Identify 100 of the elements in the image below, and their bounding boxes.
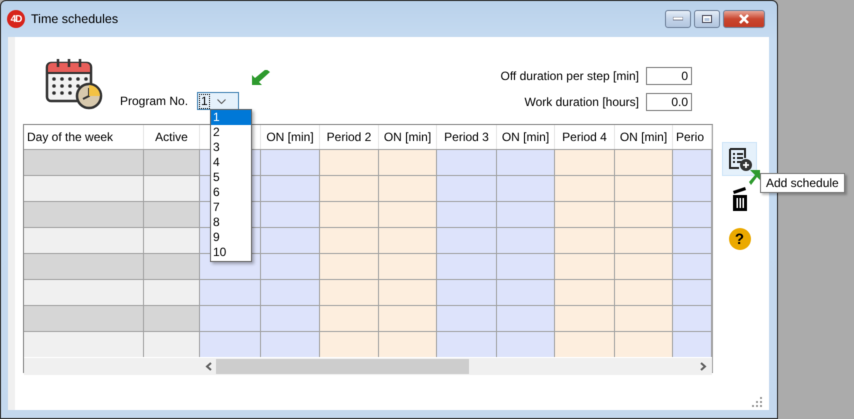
table-cell[interactable] [200, 331, 261, 357]
table-cell[interactable] [673, 201, 712, 227]
table-cell[interactable] [320, 253, 379, 279]
table-cell[interactable] [320, 305, 379, 331]
table-cell[interactable] [673, 279, 712, 305]
table-cell[interactable] [673, 305, 712, 331]
table-cell[interactable] [24, 175, 144, 201]
table-cell[interactable] [261, 279, 320, 305]
table-cell[interactable] [320, 331, 379, 357]
table-cell[interactable] [24, 149, 144, 175]
dropdown-option[interactable]: 10 [211, 245, 251, 260]
dropdown-option[interactable]: 2 [211, 125, 251, 140]
table-cell[interactable] [144, 279, 200, 305]
table-cell[interactable] [497, 175, 555, 201]
table-cell[interactable] [497, 331, 555, 357]
number-field[interactable]: 0 [646, 67, 692, 85]
table-cell[interactable] [379, 201, 437, 227]
table-cell[interactable] [261, 253, 320, 279]
table-cell[interactable] [200, 279, 261, 305]
add-button[interactable] [722, 142, 757, 176]
table-cell[interactable] [555, 331, 615, 357]
table-cell[interactable] [379, 253, 437, 279]
dropdown-option[interactable]: 3 [211, 140, 251, 155]
table-cell[interactable] [261, 175, 320, 201]
table-cell[interactable] [144, 331, 200, 357]
table-cell[interactable] [144, 175, 200, 201]
table-cell[interactable] [437, 149, 497, 175]
table-cell[interactable] [379, 149, 437, 175]
dropdown-option[interactable]: 5 [211, 170, 251, 185]
dropdown-option[interactable]: 4 [211, 155, 251, 170]
table-cell[interactable] [497, 253, 555, 279]
table-cell[interactable] [615, 175, 673, 201]
table-cell[interactable] [497, 201, 555, 227]
table-cell[interactable] [379, 175, 437, 201]
table-cell[interactable] [24, 253, 144, 279]
scrollbar-thumb[interactable] [216, 359, 469, 374]
table-cell[interactable] [144, 253, 200, 279]
table-cell[interactable] [144, 305, 200, 331]
dropdown-option[interactable]: 6 [211, 185, 251, 200]
help-button[interactable]: ? [722, 222, 757, 256]
program-dropdown[interactable]: 1 [197, 92, 240, 110]
table-cell[interactable] [24, 305, 144, 331]
close-button[interactable] [723, 10, 765, 28]
table-cell[interactable] [555, 253, 615, 279]
table-cell[interactable] [673, 331, 712, 357]
table-cell[interactable] [615, 331, 673, 357]
table-cell[interactable] [320, 201, 379, 227]
table-cell[interactable] [615, 227, 673, 253]
table-cell[interactable] [261, 331, 320, 357]
table-cell[interactable] [673, 227, 712, 253]
table-cell[interactable] [379, 227, 437, 253]
table-cell[interactable] [261, 305, 320, 331]
table-cell[interactable] [144, 149, 200, 175]
dropdown-option[interactable]: 1 [211, 110, 251, 125]
table-cell[interactable] [437, 279, 497, 305]
table-cell[interactable] [24, 227, 144, 253]
dropdown-option[interactable]: 7 [211, 200, 251, 215]
table-cell[interactable] [437, 227, 497, 253]
minimize-button[interactable] [665, 10, 691, 28]
table-cell[interactable] [320, 175, 379, 201]
table-cell[interactable] [497, 149, 555, 175]
table-cell[interactable] [261, 227, 320, 253]
table-cell[interactable] [437, 175, 497, 201]
table-cell[interactable] [437, 201, 497, 227]
table-cell[interactable] [24, 201, 144, 227]
table-cell[interactable] [615, 253, 673, 279]
table-cell[interactable] [615, 279, 673, 305]
table-cell[interactable] [320, 149, 379, 175]
table-cell[interactable] [379, 305, 437, 331]
table-cell[interactable] [320, 279, 379, 305]
table-cell[interactable] [437, 253, 497, 279]
maximize-button[interactable] [694, 10, 720, 28]
table-cell[interactable] [497, 227, 555, 253]
table-cell[interactable] [555, 279, 615, 305]
table-cell[interactable] [555, 227, 615, 253]
table-cell[interactable] [24, 279, 144, 305]
table-cell[interactable] [144, 201, 200, 227]
table-cell[interactable] [497, 305, 555, 331]
table-cell[interactable] [555, 305, 615, 331]
table-cell[interactable] [261, 201, 320, 227]
table-cell[interactable] [24, 331, 144, 357]
table-cell[interactable] [320, 227, 379, 253]
table-cell[interactable] [673, 149, 712, 175]
table-cell[interactable] [555, 175, 615, 201]
table-cell[interactable] [200, 305, 261, 331]
table-cell[interactable] [261, 149, 320, 175]
table-cell[interactable] [555, 149, 615, 175]
table-cell[interactable] [437, 305, 497, 331]
number-field[interactable]: 0.0 [646, 93, 692, 111]
table-cell[interactable] [144, 227, 200, 253]
table-cell[interactable] [673, 175, 712, 201]
table-cell[interactable] [673, 253, 712, 279]
table-cell[interactable] [497, 279, 555, 305]
dropdown-option[interactable]: 9 [211, 230, 251, 245]
table-cell[interactable] [615, 305, 673, 331]
resize-grip-icon[interactable] [752, 397, 762, 407]
table-cell[interactable] [437, 331, 497, 357]
table-cell[interactable] [379, 331, 437, 357]
table-cell[interactable] [555, 201, 615, 227]
table-cell[interactable] [615, 149, 673, 175]
